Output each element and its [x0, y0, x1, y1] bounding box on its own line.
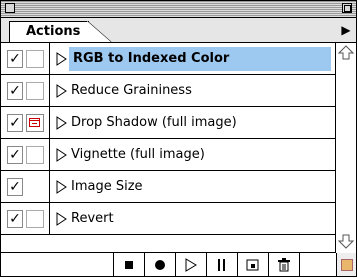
actions-toolbar [1, 253, 356, 276]
record-button[interactable] [144, 253, 175, 276]
toggle-checkbox[interactable]: ✓ [7, 82, 23, 100]
action-label: Reduce Graininess [71, 83, 192, 98]
expand-triangle-icon[interactable] [56, 51, 68, 67]
tab-actions[interactable]: Actions [9, 21, 89, 42]
expand-triangle-icon[interactable] [56, 115, 68, 131]
action-label: Image Size [71, 179, 143, 194]
actions-palette: Actions ▶ ✓ RGB to Indexed Color ✓ Reduc… [0, 0, 357, 277]
toggle-checkbox[interactable]: ✓ [7, 114, 23, 132]
column-divider [49, 43, 50, 74]
dialog-toggle[interactable] [26, 146, 44, 164]
dialog-toggle[interactable] [26, 50, 44, 68]
action-label: RGB to Indexed Color [73, 51, 230, 66]
tab-strip: Actions ▶ [1, 18, 356, 43]
expand-triangle-icon[interactable] [56, 147, 68, 163]
column-divider [49, 171, 50, 202]
column-divider [49, 139, 50, 170]
column-divider [49, 203, 50, 234]
column-divider [49, 107, 50, 138]
new-set-icon [218, 258, 225, 271]
new-action-icon [246, 259, 259, 270]
tab-edge [87, 21, 112, 43]
palette-title-bar[interactable] [1, 1, 356, 18]
resize-grip-icon[interactable] [336, 253, 356, 276]
dialog-toggle[interactable] [26, 210, 44, 228]
dialog-toggle[interactable] [26, 82, 44, 100]
action-row[interactable]: ✓ Revert [1, 203, 335, 235]
delete-button[interactable] [268, 253, 300, 276]
toggle-checkbox[interactable]: ✓ [7, 210, 23, 228]
column-divider [49, 75, 50, 106]
expand-triangle-icon[interactable] [56, 83, 68, 99]
action-label: Drop Shadow (full image) [71, 115, 237, 130]
dialog-icon [29, 118, 40, 127]
action-row[interactable]: ✓ Drop Shadow (full image) [1, 107, 335, 139]
action-row[interactable]: ✓ Vignette (full image) [1, 139, 335, 171]
toggle-checkbox[interactable]: ✓ [7, 146, 23, 164]
stop-button[interactable] [113, 253, 144, 276]
vertical-scrollbar[interactable] [335, 43, 356, 253]
expand-triangle-icon[interactable] [56, 211, 68, 227]
scroll-down-icon[interactable] [338, 233, 354, 249]
action-row[interactable]: ✓ Image Size [1, 171, 335, 203]
play-button[interactable] [175, 253, 206, 276]
list-end [1, 243, 335, 253]
palette-menu-button[interactable]: ▶ [340, 23, 352, 37]
action-label: Revert [71, 211, 114, 226]
scroll-up-icon[interactable] [338, 45, 354, 61]
record-icon [155, 259, 165, 270]
actions-list: ✓ RGB to Indexed Color ✓ Reduce Grainine… [1, 43, 335, 243]
zoom-box[interactable] [342, 3, 352, 13]
trash-icon [278, 257, 290, 271]
action-row[interactable]: ✓ Reduce Graininess [1, 75, 335, 107]
action-label: Vignette (full image) [71, 147, 205, 162]
new-set-button[interactable] [206, 253, 237, 276]
new-action-button[interactable] [237, 253, 268, 276]
action-row[interactable]: ✓ RGB to Indexed Color [1, 43, 335, 75]
dialog-toggle[interactable] [26, 114, 44, 132]
close-box[interactable] [5, 3, 15, 13]
expand-triangle-icon[interactable] [56, 179, 68, 195]
toggle-checkbox[interactable]: ✓ [7, 50, 23, 68]
toggle-checkbox[interactable]: ✓ [7, 178, 23, 196]
stop-icon [125, 260, 133, 269]
play-icon [185, 257, 197, 272]
